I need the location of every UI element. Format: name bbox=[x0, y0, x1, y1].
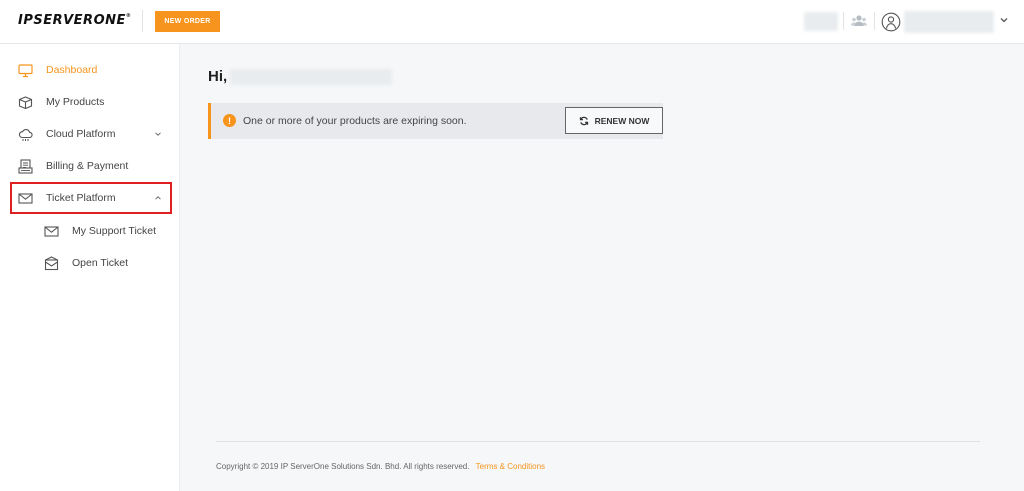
header-divider bbox=[874, 12, 875, 30]
refresh-icon bbox=[579, 116, 588, 125]
logo-registered-mark: ® bbox=[125, 13, 132, 19]
invoice-icon bbox=[18, 158, 33, 174]
logo-text: IPSERVERONE bbox=[18, 13, 126, 28]
sidebar-item-label: Billing & Payment bbox=[46, 160, 129, 172]
sidebar-item-billing-payment[interactable]: Billing & Payment bbox=[0, 150, 180, 182]
header-divider bbox=[142, 10, 143, 32]
sidebar-item-label: My Products bbox=[46, 96, 105, 108]
copyright-text: Copyright © 2019 IP ServerOne Solutions … bbox=[216, 462, 470, 471]
monitor-icon bbox=[18, 63, 33, 77]
sidebar-item-ticket-platform[interactable]: Ticket Platform bbox=[10, 182, 172, 214]
sidebar-item-label: Ticket Platform bbox=[46, 192, 116, 204]
greeting-heading: Hi, bbox=[208, 68, 228, 85]
warning-icon: ! bbox=[223, 114, 236, 127]
alert-message: One or more of your products are expirin… bbox=[243, 115, 467, 127]
footer: Copyright © 2019 IP ServerOne Solutions … bbox=[216, 462, 545, 471]
sidebar-item-my-products[interactable]: My Products bbox=[0, 86, 180, 118]
sidebar: Dashboard My Products Cloud Platform Bil… bbox=[0, 44, 180, 491]
sidebar-item-cloud-platform[interactable]: Cloud Platform bbox=[0, 118, 180, 150]
sidebar-item-label: Open Ticket bbox=[72, 257, 129, 269]
chevron-down-icon[interactable] bbox=[999, 15, 1009, 25]
envelope-icon bbox=[44, 225, 59, 237]
envelope-open-icon bbox=[44, 255, 59, 270]
sidebar-subitem-open-ticket[interactable]: Open Ticket bbox=[0, 247, 180, 279]
chevron-down-icon bbox=[155, 132, 161, 136]
terms-conditions-link[interactable]: Terms & Conditions bbox=[476, 462, 545, 471]
blurred-username bbox=[904, 11, 994, 33]
chevron-up-icon bbox=[155, 196, 161, 200]
main-content: Hi, ! One or more of your products are e… bbox=[180, 44, 1024, 491]
blurred-user-name bbox=[230, 69, 392, 85]
cloud-icon bbox=[18, 128, 33, 141]
footer-divider bbox=[216, 441, 980, 442]
header-divider bbox=[843, 12, 844, 30]
blurred-header-info bbox=[804, 12, 838, 31]
envelope-icon bbox=[18, 192, 33, 204]
users-icon[interactable] bbox=[851, 13, 867, 29]
new-order-button[interactable]: NEW ORDER bbox=[155, 11, 220, 32]
sidebar-item-label: Cloud Platform bbox=[46, 128, 116, 140]
sidebar-item-label: Dashboard bbox=[46, 64, 98, 76]
expiry-alert: ! One or more of your products are expir… bbox=[208, 103, 663, 139]
sidebar-item-label: My Support Ticket bbox=[72, 225, 157, 237]
sidebar-item-dashboard[interactable]: Dashboard bbox=[0, 54, 180, 86]
sidebar-subitem-my-support-ticket[interactable]: My Support Ticket bbox=[0, 215, 180, 247]
renew-now-button[interactable]: RENEW NOW bbox=[565, 107, 663, 134]
box-icon bbox=[18, 95, 33, 109]
top-header: IPSERVERONE® NEW ORDER bbox=[0, 0, 1024, 44]
user-avatar-icon[interactable] bbox=[881, 12, 901, 32]
renew-now-label: RENEW NOW bbox=[594, 115, 650, 126]
company-logo[interactable]: IPSERVERONE® bbox=[18, 13, 131, 28]
